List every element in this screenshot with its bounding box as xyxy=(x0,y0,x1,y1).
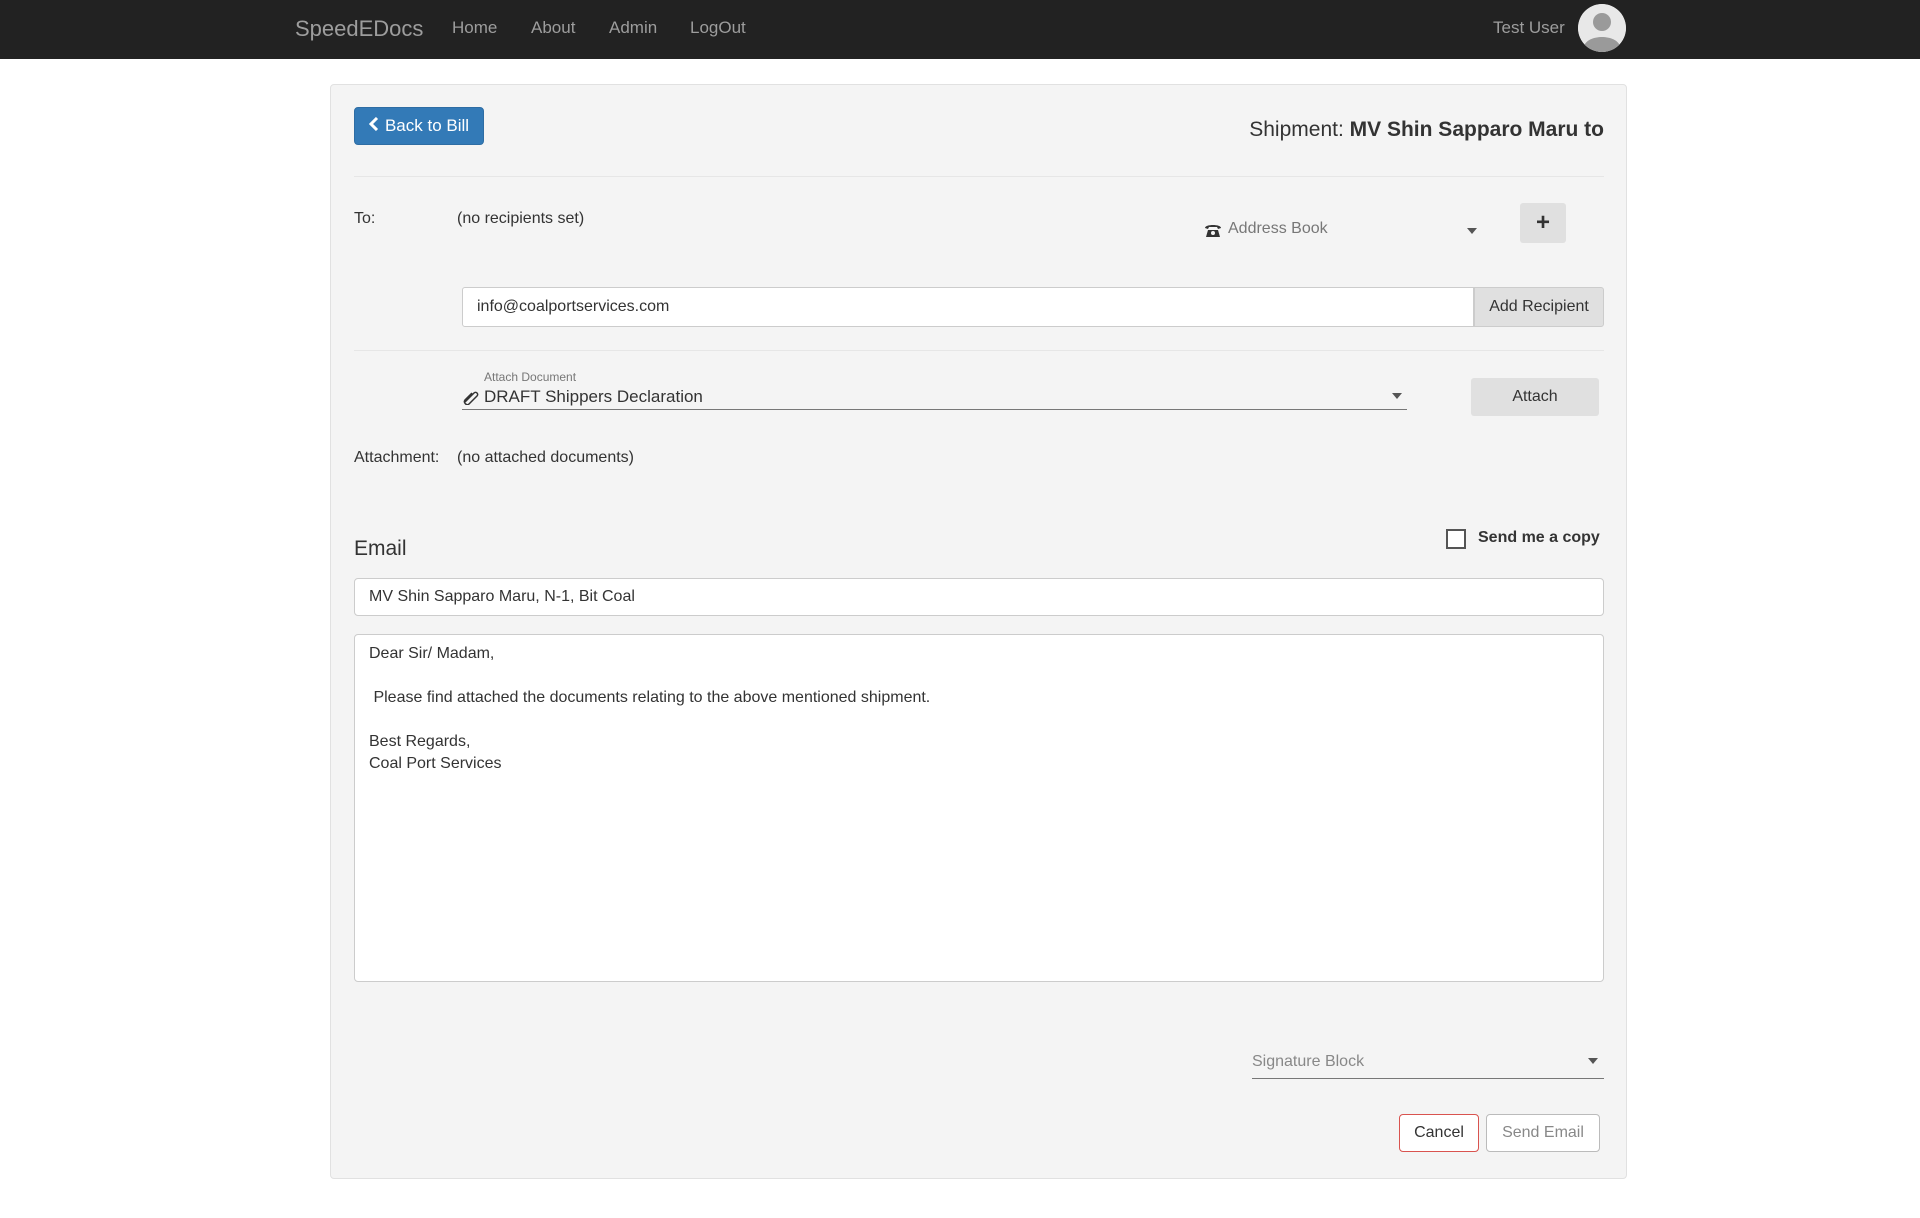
nav-logout[interactable]: LogOut xyxy=(690,18,746,38)
shipment-title: Shipment: MV Shin Sapparo Maru to xyxy=(1249,118,1604,142)
signature-block-select[interactable]: Signature Block xyxy=(1252,1045,1604,1079)
address-book-label: Address Book xyxy=(1228,220,1328,237)
body-line: Please find attached the documents relat… xyxy=(369,689,931,706)
top-navbar: SpeedEDocs Home About Admin LogOut Test … xyxy=(0,0,1920,59)
user-name[interactable]: Test User xyxy=(1493,18,1565,38)
attachment-value: (no attached documents) xyxy=(457,449,634,466)
body-line: Best Regards, xyxy=(369,733,471,750)
recipients-value: (no recipients set) xyxy=(457,210,585,227)
phone-icon xyxy=(1204,222,1222,243)
brand-link[interactable]: SpeedEDocs xyxy=(295,16,423,42)
chevron-down-icon xyxy=(1467,228,1477,234)
recipient-email-input[interactable]: info@coalportservices.com xyxy=(462,287,1474,327)
plus-icon: + xyxy=(1535,209,1550,236)
to-label: To: xyxy=(354,210,376,227)
attach-document-select[interactable]: Attach Document DRAFT Shippers Declarati… xyxy=(462,370,1407,410)
email-panel: Back to Bill Shipment: MV Shin Sapparo M… xyxy=(330,84,1627,1179)
avatar-icon[interactable] xyxy=(1578,4,1626,52)
back-to-bill-button[interactable]: Back to Bill xyxy=(354,107,484,145)
body-line: Dear Sir/ Madam, xyxy=(369,645,495,662)
divider xyxy=(354,350,1604,351)
body-line: Coal Port Services xyxy=(369,755,502,772)
nav-admin[interactable]: Admin xyxy=(609,18,657,38)
body-line xyxy=(369,665,1589,687)
shipment-name: MV Shin Sapparo Maru to xyxy=(1349,118,1604,141)
add-recipient-button[interactable]: Add Recipient xyxy=(1474,287,1604,327)
paperclip-icon xyxy=(462,389,480,410)
add-contact-button[interactable]: + xyxy=(1520,203,1566,243)
back-button-label: Back to Bill xyxy=(384,116,470,135)
chevron-left-icon xyxy=(368,116,379,136)
email-body-textarea[interactable]: Dear Sir/ Madam, Please find attached th… xyxy=(354,634,1604,982)
attach-button[interactable]: Attach xyxy=(1471,378,1599,416)
chevron-down-icon xyxy=(1392,393,1402,399)
signature-block-placeholder: Signature Block xyxy=(1252,1053,1365,1070)
nav-about[interactable]: About xyxy=(531,18,575,38)
subject-input[interactable]: MV Shin Sapparo Maru, N-1, Bit Coal xyxy=(354,578,1604,616)
cancel-button[interactable]: Cancel xyxy=(1399,1114,1479,1152)
attach-document-label: Attach Document xyxy=(484,370,577,384)
send-copy-checkbox[interactable] xyxy=(1446,529,1466,549)
address-book-dropdown[interactable]: Address Book xyxy=(1204,219,1484,249)
body-line xyxy=(369,709,1589,731)
divider xyxy=(354,176,1604,177)
send-copy-label[interactable]: Send me a copy xyxy=(1478,529,1600,547)
send-email-button[interactable]: Send Email xyxy=(1486,1114,1600,1152)
nav-home[interactable]: Home xyxy=(452,18,497,38)
attachment-label: Attachment: xyxy=(354,449,440,466)
shipment-prefix: Shipment: xyxy=(1249,118,1344,141)
attach-document-value: DRAFT Shippers Declaration xyxy=(484,387,703,406)
email-heading: Email xyxy=(354,537,407,560)
chevron-down-icon xyxy=(1588,1058,1598,1064)
